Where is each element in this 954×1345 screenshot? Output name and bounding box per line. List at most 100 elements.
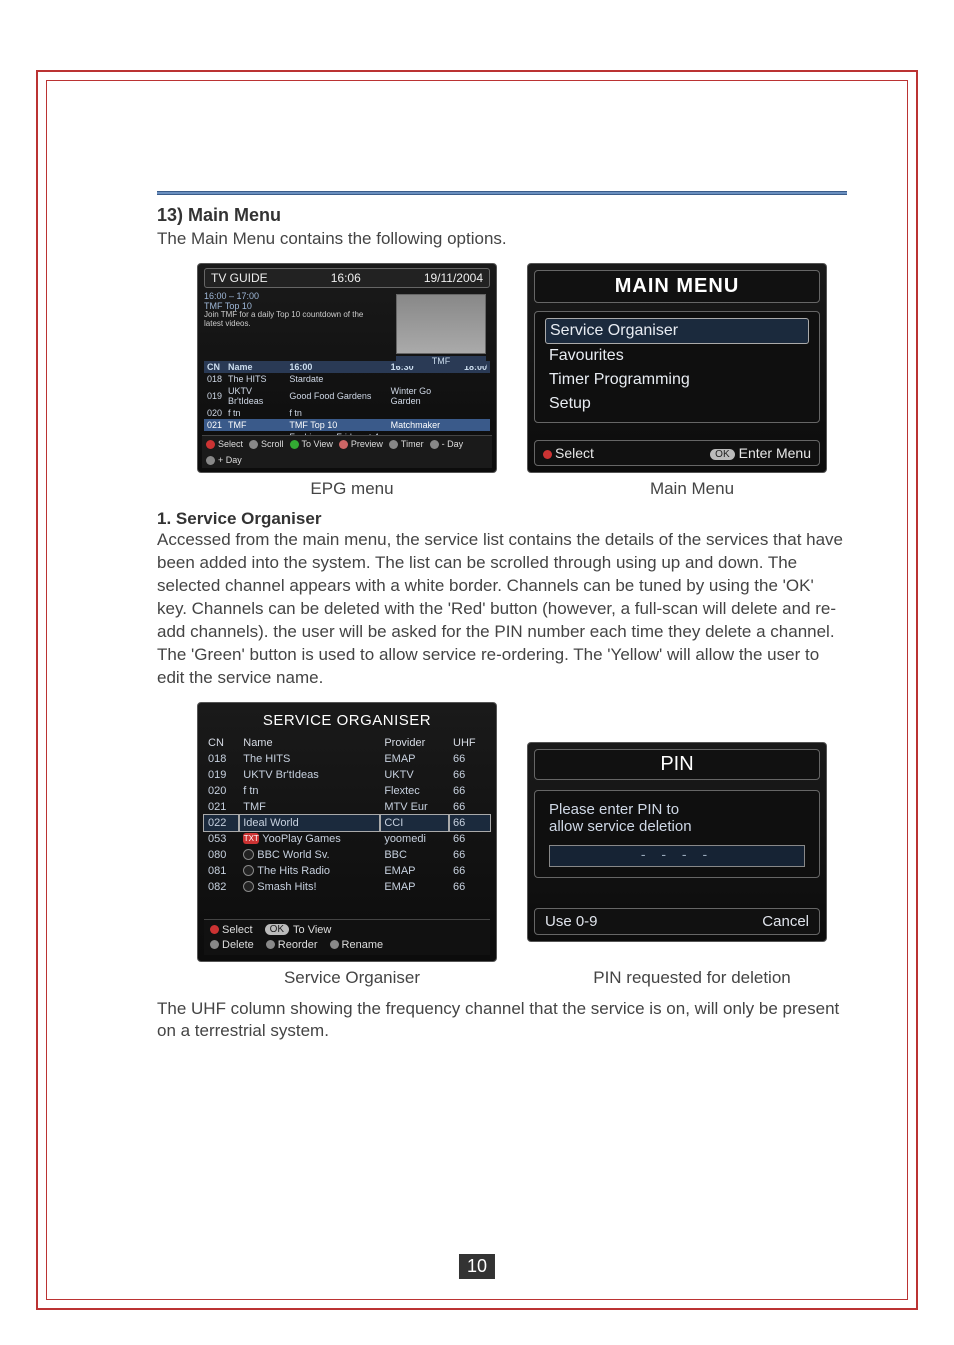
svc-cell-uhf: 66 — [449, 863, 490, 879]
caption-row-1: EPG menu Main Menu — [197, 479, 847, 499]
epg-cell-c2: Matchmaker — [388, 419, 461, 431]
epg-time: 16:06 — [331, 271, 361, 285]
mainmenu-item-service-organiser[interactable]: Service Organiser — [545, 318, 809, 344]
section-intro: The Main Menu contains the following opt… — [157, 228, 847, 251]
svc-col-name: Name — [239, 735, 380, 751]
epg-col-cn: CN — [204, 361, 225, 373]
service-row[interactable]: 053TXTYooPlay Gamesyoomedi66 — [204, 831, 490, 847]
epg-scroll-hint[interactable]: Scroll — [249, 439, 284, 449]
svc-delete-hint[interactable]: Delete — [210, 939, 254, 951]
svc-cell-uhf: 66 — [449, 783, 490, 799]
epg-preview-thumb — [396, 294, 486, 354]
pin-footer: Use 0-9 Cancel — [534, 908, 820, 935]
svc-toview-hint[interactable]: OKTo View — [265, 924, 332, 936]
mainmenu-list: Service Organiser Favourites Timer Progr… — [534, 311, 820, 423]
svc-select-hint[interactable]: Select — [210, 924, 253, 936]
epg-toview-hint[interactable]: To View — [290, 439, 333, 449]
pin-cancel-button[interactable]: Cancel — [762, 913, 809, 930]
epg-minusday-hint[interactable]: - Day — [430, 439, 464, 449]
pin-body: Please enter PIN to allow service deleti… — [534, 790, 820, 878]
service-footer: Select OKTo View Delete Reorder Rename — [204, 919, 490, 955]
service-row[interactable]: 081The Hits RadioEMAP66 — [204, 863, 490, 879]
epg-cell-name: TMF — [225, 419, 286, 431]
svc-cell-cn: 020 — [204, 783, 239, 799]
service-row[interactable]: 021TMFMTV Eur66 — [204, 799, 490, 815]
service-table: CN Name Provider UHF 018The HITSEMAP6601… — [204, 735, 490, 895]
radio-icon — [243, 881, 254, 892]
svc-col-cn: CN — [204, 735, 239, 751]
epg-cell-cn: 020 — [204, 407, 225, 419]
epg-cell-name: UKTV Br'tIdeas — [225, 385, 286, 407]
mainmenu-item-favourites[interactable]: Favourites — [545, 344, 809, 368]
mainmenu-item-timer-programming[interactable]: Timer Programming — [545, 368, 809, 392]
mainmenu-footer: Select OKEnter Menu — [534, 440, 820, 466]
epg-plusday-hint[interactable]: + Day — [206, 455, 242, 465]
pin-input[interactable]: - - - - — [549, 845, 805, 867]
epg-timer-hint[interactable]: Timer — [389, 439, 424, 449]
service-row[interactable]: 080BBC World Sv.BBC66 — [204, 847, 490, 863]
svc-rename-hint[interactable]: Rename — [330, 939, 384, 951]
epg-date: 19/11/2004 — [424, 271, 483, 285]
epg-cell-c3 — [461, 385, 490, 407]
svc-cell-name: Ideal World — [239, 815, 380, 831]
epg-cell-c3 — [461, 419, 490, 431]
svc-cell-provider: EMAP — [380, 863, 449, 879]
svc-cell-cn: 019 — [204, 767, 239, 783]
svc-cell-provider: UKTV — [380, 767, 449, 783]
epg-row[interactable]: 020f tnf tn — [204, 407, 490, 419]
section-divider — [157, 191, 847, 195]
epg-cell-c1: Good Food Gardens — [286, 385, 387, 407]
epg-panel: TV GUIDE 16:06 19/11/2004 16:00 – 17:00 … — [197, 263, 497, 473]
service-row[interactable]: 019UKTV Br'tIdeasUKTV66 — [204, 767, 490, 783]
epg-row[interactable]: 021TMFTMF Top 10Matchmaker — [204, 419, 490, 431]
epg-preview-hint[interactable]: Preview — [339, 439, 383, 449]
svc-cell-provider: CCI — [380, 815, 449, 831]
svc-col-provider: Provider — [380, 735, 449, 751]
epg-col-t1: 16:00 — [286, 361, 387, 373]
epg-row[interactable]: 019UKTV Br'tIdeasGood Food GardensWinter… — [204, 385, 490, 407]
mainmenu-select-hint[interactable]: Select — [543, 445, 594, 461]
epg-cell-cn: 021 — [204, 419, 225, 431]
ok-icon: OK — [710, 449, 734, 460]
svc-cell-provider: MTV Eur — [380, 799, 449, 815]
trailing-text: The UHF column showing the frequency cha… — [157, 998, 847, 1044]
service-organiser-text: Accessed from the main menu, the service… — [157, 529, 847, 690]
ok-icon: OK — [265, 924, 289, 935]
svc-cell-provider: yoomedi — [380, 831, 449, 847]
mainmenu-enter-hint[interactable]: OKEnter Menu — [710, 445, 811, 461]
svc-reorder-hint[interactable]: Reorder — [266, 939, 318, 951]
grey-dot-icon — [206, 456, 215, 465]
svc-col-uhf: UHF — [449, 735, 490, 751]
pin-line2: allow service deletion — [549, 818, 805, 835]
service-row[interactable]: 082Smash Hits!EMAP66 — [204, 879, 490, 895]
grey-dot-icon — [430, 440, 439, 449]
epg-footer: Select Scroll To View Preview Timer - Da… — [202, 435, 492, 468]
svc-cell-name: f tn — [239, 783, 380, 799]
epg-cell-name: f tn — [225, 407, 286, 419]
svc-cell-cn: 018 — [204, 751, 239, 767]
svc-cell-name: TMF — [239, 799, 380, 815]
epg-row[interactable]: 018The HITSStardate — [204, 373, 490, 385]
svc-cell-name: Smash Hits! — [239, 879, 380, 895]
svc-cell-cn: 022 — [204, 815, 239, 831]
epg-col-name: Name — [225, 361, 286, 373]
epg-cell-name: The HITS — [225, 373, 286, 385]
epg-title: TV GUIDE — [211, 271, 268, 285]
svc-cell-name: UKTV Br'tIdeas — [239, 767, 380, 783]
pin-use-hint: Use 0-9 — [545, 913, 598, 930]
service-organiser-panel: SERVICE ORGANISER CN Name Provider UHF 0… — [197, 702, 497, 962]
service-row[interactable]: 018The HITSEMAP66 — [204, 751, 490, 767]
section-heading: 13) Main Menu — [157, 205, 847, 226]
epg-select-hint[interactable]: Select — [206, 439, 243, 449]
svc-cell-cn: 082 — [204, 879, 239, 895]
service-row[interactable]: 020f tnFlextec66 — [204, 783, 490, 799]
pink-dot-icon — [339, 440, 348, 449]
service-row[interactable]: 022Ideal WorldCCI66 — [204, 815, 490, 831]
svc-cell-uhf: 66 — [449, 879, 490, 895]
mainmenu-item-setup[interactable]: Setup — [545, 392, 809, 416]
red-dot-icon — [543, 450, 552, 459]
svc-cell-cn: 021 — [204, 799, 239, 815]
svc-cell-uhf: 66 — [449, 815, 490, 831]
epg-preview-label: TMF — [396, 356, 486, 366]
svc-cell-cn: 053 — [204, 831, 239, 847]
